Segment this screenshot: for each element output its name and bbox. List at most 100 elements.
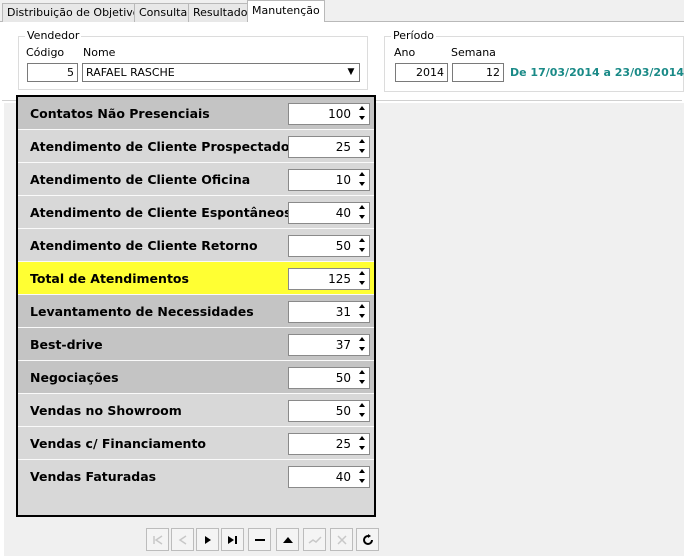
metric-row-atendimento-retorno: Atendimento de Cliente Retorno 50 xyxy=(18,229,374,262)
spin-up-icon[interactable] xyxy=(359,337,365,341)
spin-down-icon[interactable] xyxy=(359,116,365,120)
spin-up-icon[interactable] xyxy=(359,469,365,473)
spin-up-icon[interactable] xyxy=(359,403,365,407)
first-record-button[interactable] xyxy=(146,528,169,551)
metric-value: 40 xyxy=(335,206,351,220)
nome-combobox[interactable]: RAFAEL RASCHE ▼ xyxy=(82,63,360,82)
spin-up-icon[interactable] xyxy=(359,106,365,110)
spin-buttons[interactable] xyxy=(357,436,367,452)
periodo-group-title: Período xyxy=(391,29,437,42)
edit-record-button[interactable] xyxy=(276,528,299,551)
metric-spin-edit[interactable]: 100 xyxy=(288,103,370,125)
metric-label: Vendas Faturadas xyxy=(30,469,157,484)
spin-up-icon[interactable] xyxy=(359,436,365,440)
refresh-button[interactable] xyxy=(356,528,379,551)
metric-label: Vendas c/ Financiamento xyxy=(30,436,207,451)
spin-buttons[interactable] xyxy=(357,304,367,320)
spin-buttons[interactable] xyxy=(357,106,367,122)
spin-buttons[interactable] xyxy=(357,370,367,386)
cancel-record-icon xyxy=(336,534,347,545)
metric-row-contatos-nao-presenciais: Contatos Não Presenciais 100 xyxy=(18,97,374,130)
post-record-icon xyxy=(308,535,322,544)
spin-buttons[interactable] xyxy=(357,337,367,353)
metric-value: 50 xyxy=(335,371,351,385)
next-record-button[interactable] xyxy=(196,528,219,551)
semana-field[interactable]: 12 xyxy=(452,63,504,82)
metric-row-vendas-faturadas: Vendas Faturadas 40 xyxy=(18,460,374,515)
spin-up-icon[interactable] xyxy=(359,370,365,374)
spin-down-icon[interactable] xyxy=(359,380,365,384)
prior-record-icon xyxy=(178,534,186,545)
metric-value: 40 xyxy=(335,470,351,484)
edit-record-icon xyxy=(282,536,293,543)
tab-consulta[interactable]: Consulta xyxy=(134,3,193,22)
spin-down-icon[interactable] xyxy=(359,149,365,153)
prior-record-button[interactable] xyxy=(171,528,194,551)
metric-spin-edit[interactable]: 50 xyxy=(288,400,370,422)
spin-up-icon[interactable] xyxy=(359,172,365,176)
metric-value: 25 xyxy=(335,437,351,451)
metric-label: Atendimento de Cliente Prospectado xyxy=(30,139,290,154)
nome-combobox-value: RAFAEL RASCHE xyxy=(86,66,175,79)
tab-manutencao[interactable]: Manutenção xyxy=(247,0,325,23)
last-record-icon xyxy=(227,535,237,544)
spin-buttons[interactable] xyxy=(357,205,367,221)
spin-up-icon[interactable] xyxy=(359,139,365,143)
spin-buttons[interactable] xyxy=(357,403,367,419)
delete-record-button[interactable] xyxy=(248,528,271,551)
metric-spin-edit[interactable]: 25 xyxy=(288,433,370,455)
metric-spin-edit[interactable]: 40 xyxy=(288,202,370,224)
tab-bar: Distribuição de Objetivos Consulta Resul… xyxy=(0,0,684,23)
chevron-down-icon[interactable]: ▼ xyxy=(343,64,359,81)
metric-spin-edit[interactable]: 40 xyxy=(288,466,370,488)
spin-down-icon[interactable] xyxy=(359,314,365,318)
spin-down-icon[interactable] xyxy=(359,446,365,450)
refresh-icon xyxy=(362,533,373,545)
spin-down-icon[interactable] xyxy=(359,182,365,186)
metric-row-atendimento-prospectado: Atendimento de Cliente Prospectado 25 xyxy=(18,130,374,163)
metric-value: 31 xyxy=(335,305,351,319)
spin-down-icon[interactable] xyxy=(359,215,365,219)
codigo-field[interactable]: 5 xyxy=(27,63,78,82)
next-record-icon xyxy=(204,535,211,544)
nome-label: Nome xyxy=(83,46,116,59)
spin-buttons[interactable] xyxy=(357,271,367,287)
metric-label: Atendimento de Cliente Espontâneos xyxy=(30,205,292,220)
spin-up-icon[interactable] xyxy=(359,238,365,242)
metric-value: 25 xyxy=(335,140,351,154)
spin-down-icon[interactable] xyxy=(359,479,365,483)
metric-row-best-drive: Best-drive 37 xyxy=(18,328,374,361)
metric-value: 50 xyxy=(335,239,351,253)
metric-spin-edit[interactable]: 50 xyxy=(288,235,370,257)
tab-distribuicao-objetivos[interactable]: Distribuição de Objetivos xyxy=(2,3,151,22)
metrics-grid: Contatos Não Presenciais 100 Atendimento… xyxy=(16,95,376,517)
spin-up-icon[interactable] xyxy=(359,304,365,308)
spin-down-icon[interactable] xyxy=(359,248,365,252)
spin-buttons[interactable] xyxy=(357,238,367,254)
metric-label: Vendas no Showroom xyxy=(30,403,182,418)
metric-value: 10 xyxy=(335,173,351,187)
metric-spin-edit[interactable]: 125 xyxy=(288,268,370,290)
spin-up-icon[interactable] xyxy=(359,271,365,275)
spin-down-icon[interactable] xyxy=(359,347,365,351)
metric-spin-edit[interactable]: 10 xyxy=(288,169,370,191)
tab-resultado[interactable]: Resultado xyxy=(188,3,253,22)
metric-spin-edit[interactable]: 50 xyxy=(288,367,370,389)
metric-spin-edit[interactable]: 31 xyxy=(288,301,370,323)
spin-up-icon[interactable] xyxy=(359,205,365,209)
cancel-record-button[interactable] xyxy=(330,528,353,551)
ano-field[interactable]: 2014 xyxy=(395,63,448,82)
post-record-button[interactable] xyxy=(303,528,326,551)
last-record-button[interactable] xyxy=(221,528,244,551)
metric-label: Atendimento de Cliente Retorno xyxy=(30,238,258,253)
spin-buttons[interactable] xyxy=(357,139,367,155)
metric-spin-edit[interactable]: 37 xyxy=(288,334,370,356)
metric-row-negociacoes: Negociações 50 xyxy=(18,361,374,394)
spin-buttons[interactable] xyxy=(357,172,367,188)
spin-down-icon[interactable] xyxy=(359,413,365,417)
spin-down-icon[interactable] xyxy=(359,281,365,285)
metric-row-atendimento-oficina: Atendimento de Cliente Oficina 10 xyxy=(18,163,374,196)
metric-label: Levantamento de Necessidades xyxy=(30,304,254,319)
spin-buttons[interactable] xyxy=(357,469,367,485)
metric-spin-edit[interactable]: 25 xyxy=(288,136,370,158)
